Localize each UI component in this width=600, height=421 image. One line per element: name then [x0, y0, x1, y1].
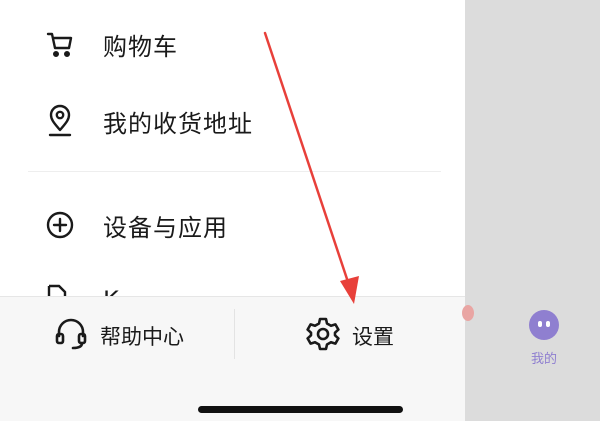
annotation-arrow	[263, 31, 359, 304]
